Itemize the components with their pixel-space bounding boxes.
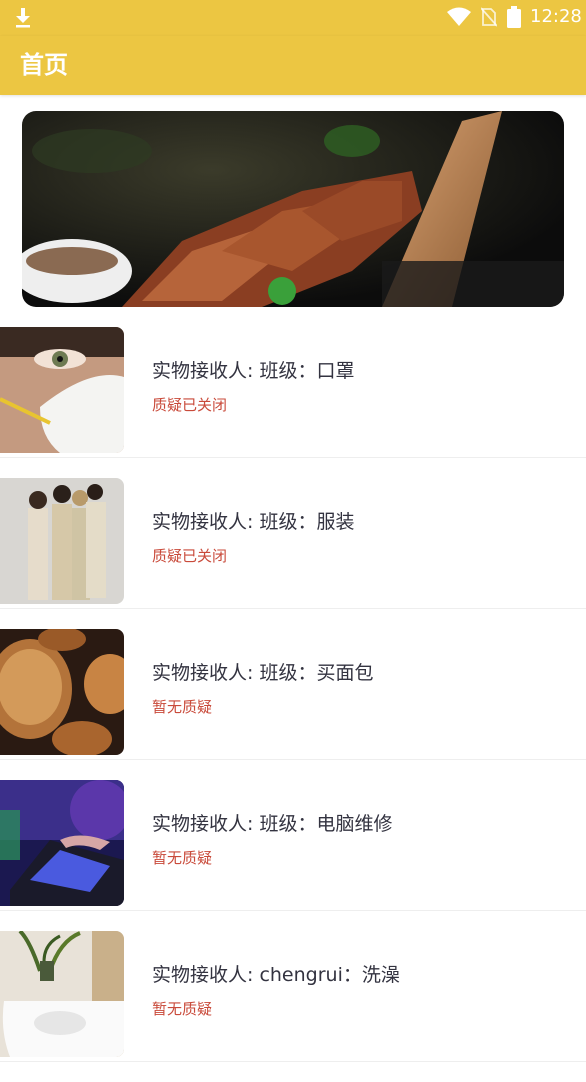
banner-image[interactable] [22, 111, 564, 307]
item-status: 暂无质疑 [152, 698, 213, 716]
divider [0, 759, 586, 760]
item-thumbnail [0, 478, 124, 604]
item-name: 实物接收人: 班级：服装 [152, 511, 355, 533]
item-name: 实物接收人: 班级：买面包 [152, 662, 374, 684]
item-status: 暂无质疑 [152, 1000, 213, 1018]
item-status: 质疑已关闭 [152, 396, 228, 414]
app-bar: 首页 [0, 36, 586, 95]
divider [0, 1061, 586, 1062]
status-time: 12:28 [530, 6, 582, 27]
item-thumbnail [0, 629, 124, 755]
page-title: 首页 [20, 51, 68, 79]
item-list: 实物接收人: 班级：口罩 质疑已关闭 实物接收人: 班级：服装 质疑已关闭 实物… [0, 327, 586, 1082]
list-item[interactable]: 实物接收人: chengrui：洗澡 暂无质疑 [0, 931, 586, 1082]
item-thumbnail [0, 931, 124, 1057]
item-status: 暂无质疑 [152, 849, 213, 867]
item-name: 实物接收人: chengrui：洗澡 [152, 964, 400, 986]
wifi-icon [447, 7, 471, 26]
item-name: 实物接收人: 班级：口罩 [152, 360, 355, 382]
item-thumbnail [0, 780, 124, 906]
download-icon [16, 8, 30, 28]
no-sim-icon [481, 7, 497, 27]
list-item[interactable]: 实物接收人: 班级：买面包 暂无质疑 [0, 629, 586, 780]
divider [0, 457, 586, 458]
list-item[interactable]: 实物接收人: 班级：服装 质疑已关闭 [0, 478, 586, 629]
item-status: 质疑已关闭 [152, 547, 228, 565]
item-thumbnail [0, 327, 124, 453]
list-item[interactable]: 实物接收人: 班级：电脑维修 暂无质疑 [0, 780, 586, 931]
list-item[interactable]: 实物接收人: 班级：口罩 质疑已关闭 [0, 327, 586, 478]
battery-icon [507, 6, 521, 28]
divider [0, 910, 586, 911]
divider [0, 608, 586, 609]
item-name: 实物接收人: 班级：电脑维修 [152, 813, 393, 835]
status-bar: 12:28 [0, 0, 586, 36]
